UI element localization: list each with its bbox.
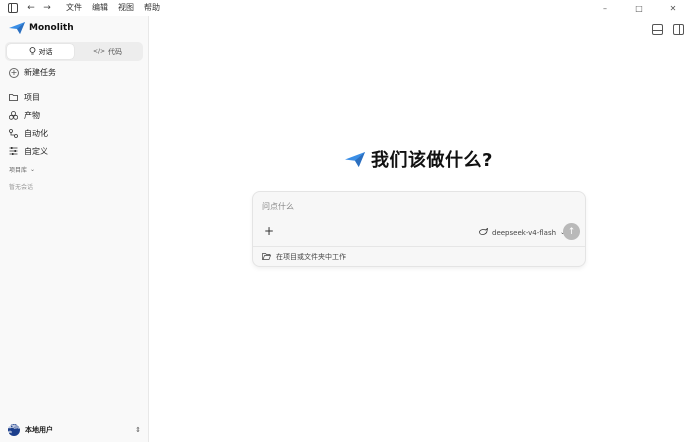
menu-file[interactable]: 文件 [66, 1, 82, 15]
prompt-input[interactable]: 问点什么 [262, 201, 294, 212]
brand: Monolith [9, 22, 74, 34]
back-button[interactable]: ← [24, 1, 38, 15]
menu-bar: 文件 编辑 视图 帮助 [66, 1, 160, 15]
user-name: 本地用户 [25, 426, 53, 434]
avatar: 本地用户 [8, 424, 20, 436]
sidebar: Monolith 对话 </> 代码 + 新建任务 项目 产物 自动化 自定义 … [0, 16, 149, 442]
panel-right-icon [679, 25, 680, 34]
window-controls: – □ ✕ [588, 0, 690, 16]
tab-chat-label: 对话 [38, 47, 53, 56]
sidebar-item-projects[interactable]: 项目 [9, 88, 48, 106]
model-label: deepseek-v4-flash [492, 228, 557, 237]
hero: 我们该做什么? [345, 146, 493, 172]
menu-help[interactable]: 帮助 [144, 1, 160, 15]
chevron-down-icon: ⌄ [30, 166, 36, 173]
forward-button[interactable]: → [40, 1, 54, 15]
project-library-label: 项目库 [9, 167, 28, 174]
sidebar-nav: 项目 产物 自动化 自定义 [9, 88, 48, 160]
sidebar-item-label: 自定义 [24, 146, 48, 156]
avatar-text: 本地用户 [8, 424, 20, 435]
workdir-label: 在项目或文件夹中工作 [276, 253, 346, 261]
title-bar: ← → 文件 编辑 视图 帮助 – □ ✕ [0, 0, 690, 16]
attach-button[interactable]: + [264, 224, 274, 238]
whale-icon [479, 227, 489, 237]
artifacts-icon [9, 110, 18, 120]
main-toolbar [652, 24, 684, 35]
menu-view[interactable]: 视图 [118, 1, 134, 15]
page-title: 我们该做什么? [371, 150, 493, 171]
maximize-icon: □ [635, 3, 643, 13]
sidebar-item-label: 项目 [24, 92, 40, 102]
close-icon: ✕ [669, 3, 677, 13]
folder-icon [9, 93, 18, 102]
new-task-label: 新建任务 [24, 68, 56, 77]
empty-sessions-label: 暂无会话 [9, 184, 34, 191]
code-icon: </> [92, 48, 106, 55]
bottom-panel-toggle-button[interactable] [652, 24, 663, 35]
plus-circle-icon: + [9, 67, 19, 78]
workdir-button[interactable]: 在项目或文件夹中工作 [262, 252, 346, 262]
sidebar-icon [8, 3, 18, 13]
brand-name: Monolith [29, 23, 74, 33]
arrow-up-icon: ↑ [567, 226, 576, 237]
sidebar-item-artifacts[interactable]: 产物 [9, 106, 48, 124]
sidebar-item-customize[interactable]: 自定义 [9, 142, 48, 160]
user-profile-button[interactable]: 本地用户 本地用户 ⇕ [8, 423, 141, 437]
sidebar-toggle-button[interactable] [6, 1, 20, 15]
panel-bottom-icon [653, 30, 662, 31]
minimize-button[interactable]: – [588, 0, 622, 16]
arrow-right-icon: → [43, 3, 51, 13]
main-area: 我们该做什么? 问点什么 + deepseek-v4-flash ⌄ ↑ 在项目… [150, 16, 690, 442]
folder-open-icon [262, 252, 272, 262]
lightbulb-icon [29, 46, 36, 57]
composer: 问点什么 + deepseek-v4-flash ⌄ ↑ 在项目或文件夹中工作 [252, 191, 586, 267]
maximize-button[interactable]: □ [622, 0, 656, 16]
sliders-icon [9, 147, 18, 156]
menu-edit[interactable]: 编辑 [92, 1, 108, 15]
mode-toggle: 对话 </> 代码 [5, 42, 143, 61]
sidebar-item-label: 产物 [24, 110, 40, 120]
send-button[interactable]: ↑ [563, 223, 580, 240]
sidebar-item-label: 自动化 [24, 128, 48, 138]
tab-code[interactable]: </> 代码 [74, 44, 141, 59]
new-task-button[interactable]: + 新建任务 [9, 67, 56, 78]
arrow-left-icon: ← [27, 3, 35, 13]
sidebar-item-automation[interactable]: 自动化 [9, 124, 48, 142]
paper-plane-logo-icon [9, 22, 25, 34]
composer-divider [253, 246, 585, 247]
close-button[interactable]: ✕ [656, 0, 690, 16]
tab-chat[interactable]: 对话 [7, 44, 74, 59]
chevron-up-down-icon: ⇕ [135, 426, 141, 434]
plus-icon: + [264, 224, 275, 238]
automation-icon [9, 128, 18, 138]
paper-plane-logo-icon [345, 151, 365, 167]
tab-code-label: 代码 [108, 47, 123, 56]
minimize-icon: – [603, 3, 607, 13]
model-selector[interactable]: deepseek-v4-flash ⌄ [479, 227, 565, 237]
project-library-header[interactable]: 项目库 ⌄ [9, 165, 35, 174]
right-panel-toggle-button[interactable] [673, 24, 684, 35]
